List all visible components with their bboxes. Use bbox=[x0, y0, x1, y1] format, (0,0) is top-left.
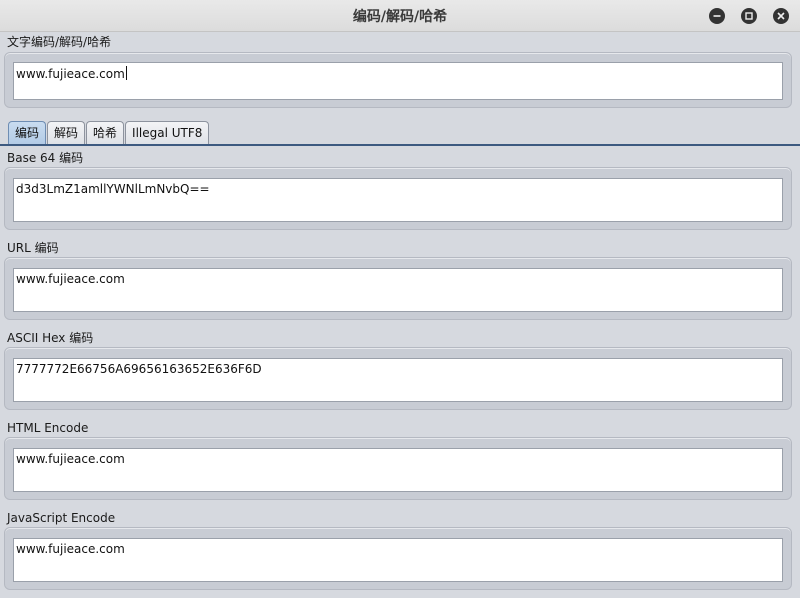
close-button[interactable] bbox=[773, 8, 789, 24]
input-group: www.fujieace.com bbox=[4, 52, 792, 108]
maximize-button[interactable] bbox=[741, 8, 757, 24]
tab-hash[interactable]: 哈希 bbox=[86, 121, 125, 144]
tab-decode[interactable]: 解码 bbox=[47, 121, 86, 144]
close-icon bbox=[777, 12, 785, 20]
html-encode-label: HTML Encode bbox=[7, 421, 89, 435]
url-group: www.fujieace.com bbox=[4, 257, 792, 320]
tab-encode[interactable]: 编码 bbox=[8, 121, 47, 144]
url-label: URL 编码 bbox=[7, 241, 59, 255]
minimize-button[interactable] bbox=[709, 8, 725, 24]
base64-group: d3d3LmZ1amllYWNlLmNvbQ== bbox=[4, 167, 792, 230]
html-encode-group: www.fujieace.com bbox=[4, 437, 792, 500]
title-bar[interactable]: 编码/解码/哈希 bbox=[0, 0, 800, 32]
tab-divider bbox=[0, 144, 800, 146]
js-encode-output[interactable]: www.fujieace.com bbox=[13, 538, 783, 582]
url-output[interactable]: www.fujieace.com bbox=[13, 268, 783, 312]
base64-label: Base 64 编码 bbox=[7, 151, 84, 165]
js-encode-group: www.fujieace.com bbox=[4, 527, 792, 590]
tab-illegal-utf8[interactable]: Illegal UTF8 bbox=[125, 121, 210, 144]
text-input-value: www.fujieace.com bbox=[16, 67, 125, 81]
html-encode-output[interactable]: www.fujieace.com bbox=[13, 448, 783, 492]
window-title: 编码/解码/哈希 bbox=[352, 9, 448, 25]
text-caret bbox=[125, 66, 127, 80]
text-input[interactable]: www.fujieace.com bbox=[13, 62, 783, 100]
input-label: 文字编码/解码/哈希 bbox=[7, 35, 112, 49]
base64-output[interactable]: d3d3LmZ1amllYWNlLmNvbQ== bbox=[13, 178, 783, 222]
main-panel: 文字编码/解码/哈希 www.fujieace.com 编码 解码 哈希 Ill… bbox=[0, 32, 800, 598]
tab-bar: 编码 解码 哈希 Illegal UTF8 bbox=[8, 121, 210, 144]
ascii-hex-label: ASCII Hex 编码 bbox=[7, 331, 94, 345]
ascii-hex-output[interactable]: 7777772E66756A69656163652E636F6D bbox=[13, 358, 783, 402]
minimize-icon bbox=[713, 15, 721, 17]
js-encode-label: JavaScript Encode bbox=[7, 511, 116, 525]
ascii-hex-group: 7777772E66756A69656163652E636F6D bbox=[4, 347, 792, 410]
maximize-icon bbox=[745, 12, 753, 20]
